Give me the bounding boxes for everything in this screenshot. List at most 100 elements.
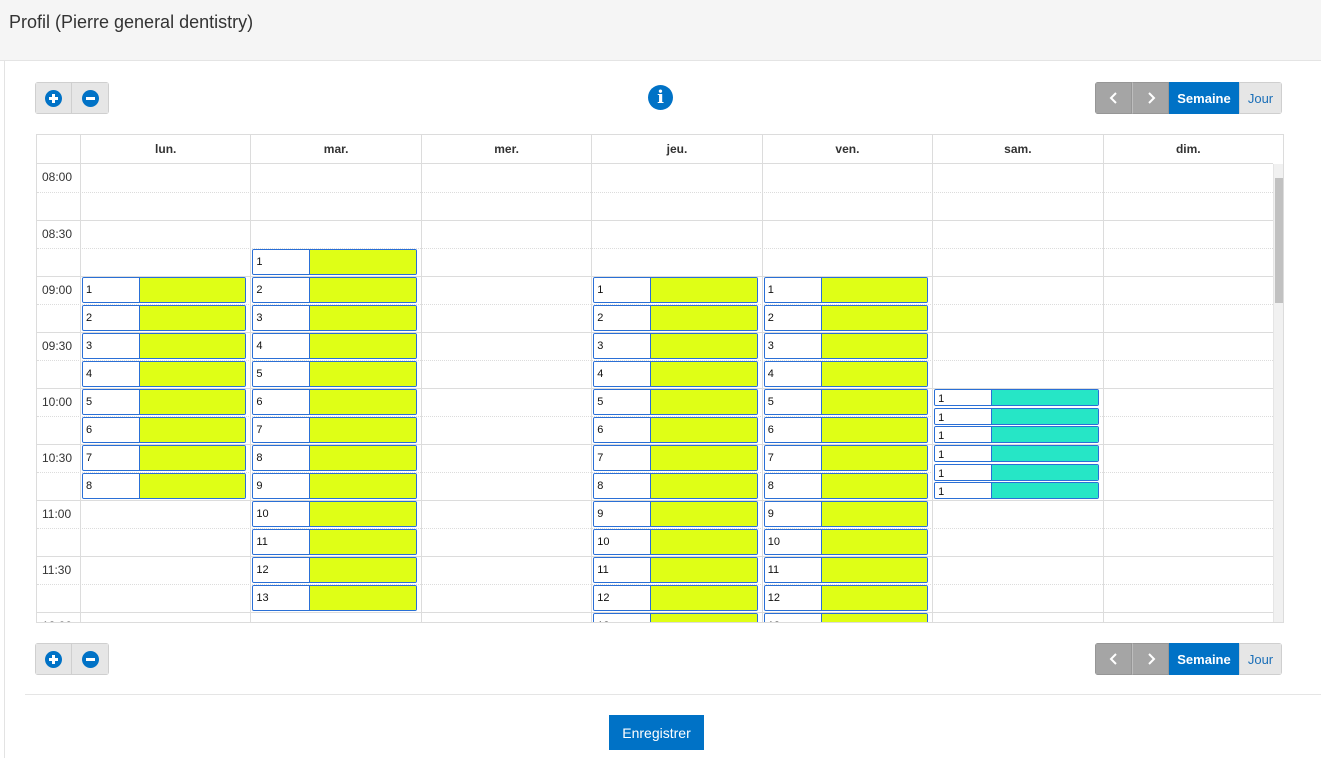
appointment-slot[interactable]: 1 — [934, 426, 1099, 444]
appointment-slot[interactable]: 3 — [593, 333, 758, 359]
time-slot[interactable]: 08:30 — [37, 220, 1273, 248]
appointment-fill — [651, 334, 757, 358]
appointment-slot[interactable]: 8 — [763, 473, 929, 499]
appointment-slot[interactable]: 12 — [593, 585, 758, 611]
next-button[interactable] — [1132, 82, 1169, 114]
appointment-slot[interactable]: 6 — [82, 417, 247, 443]
appointment-slot[interactable]: 8 — [252, 445, 417, 471]
appointment-slot[interactable]: 12 — [763, 585, 929, 611]
appointment-slot[interactable]: 5 — [82, 389, 247, 415]
calendar-scrollbar[interactable] — [1273, 164, 1283, 622]
appointment-slot[interactable]: 1 — [763, 277, 929, 303]
prev-button[interactable] — [1095, 643, 1132, 675]
time-slot[interactable]: 08:00 — [37, 164, 1273, 192]
appointment-slot[interactable]: 13 — [593, 613, 758, 622]
view-week-button[interactable]: Semaine — [1169, 82, 1239, 114]
appointment-slot[interactable]: 5 — [252, 361, 417, 387]
appointment-slot[interactable]: 7 — [82, 445, 247, 471]
appointment-slot[interactable]: 5 — [593, 389, 758, 415]
appointment-slot[interactable]: 10 — [763, 529, 929, 555]
zoom-out-button[interactable] — [72, 82, 109, 114]
chevron-right-icon — [1147, 92, 1155, 104]
info-circle-icon[interactable]: i — [648, 85, 673, 110]
appointment-slot[interactable]: 4 — [763, 361, 929, 387]
appointment-slot[interactable]: 1 — [934, 482, 1099, 500]
appointment-fill — [651, 446, 757, 470]
appointment-slot[interactable]: 8 — [82, 473, 247, 499]
save-button[interactable]: Enregistrer — [609, 715, 704, 750]
appointment-number: 1 — [935, 464, 993, 480]
appointment-slot[interactable]: 2 — [763, 305, 929, 331]
plus-circle-icon — [45, 650, 62, 668]
appointment-slot[interactable]: 1 — [934, 445, 1099, 462]
minus-circle-icon — [81, 89, 99, 107]
appointment-slot[interactable]: 11 — [252, 529, 417, 555]
appointment-fill — [140, 278, 246, 302]
appointment-slot[interactable]: 1 — [252, 249, 417, 275]
appointment-slot[interactable]: 13 — [763, 613, 929, 622]
appointment-slot[interactable]: 2 — [82, 305, 247, 331]
appointment-slot[interactable]: 3 — [763, 333, 929, 359]
appointment-number: 13 — [253, 586, 311, 610]
appointment-slot[interactable]: 4 — [593, 361, 758, 387]
appointment-fill — [310, 278, 416, 302]
appointment-fill — [821, 614, 928, 622]
scrollbar-thumb[interactable] — [1275, 178, 1283, 303]
appointment-slot[interactable]: 6 — [593, 417, 758, 443]
appointment-slot[interactable]: 1 — [593, 277, 758, 303]
appointment-fill — [310, 390, 416, 414]
appointment-fill — [821, 418, 928, 442]
appointment-slot[interactable]: 10 — [593, 529, 758, 555]
plus-circle-icon — [45, 89, 62, 107]
appointment-fill — [140, 362, 246, 386]
time-gutter-header — [37, 135, 80, 164]
appointment-slot[interactable]: 4 — [252, 333, 417, 359]
appointment-slot[interactable]: 6 — [252, 389, 417, 415]
zoom-in-button[interactable] — [35, 643, 72, 675]
appointment-fill — [310, 474, 416, 498]
view-day-button[interactable]: Jour — [1239, 643, 1282, 675]
next-button[interactable] — [1132, 643, 1169, 675]
appointment-slot[interactable]: 13 — [252, 585, 417, 611]
appointment-slot[interactable]: 7 — [252, 417, 417, 443]
appointment-slot[interactable]: 9 — [593, 501, 758, 527]
appointment-slot[interactable]: 5 — [763, 389, 929, 415]
day-column-divider — [932, 164, 934, 622]
appointment-number: 5 — [83, 390, 140, 414]
time-label: 08:00 — [42, 170, 73, 184]
appointment-slot[interactable]: 10 — [252, 501, 417, 527]
appointment-number: 11 — [253, 530, 311, 554]
appointment-slot[interactable]: 12 — [252, 557, 417, 583]
appointment-slot[interactable]: 3 — [82, 333, 247, 359]
chevron-left-icon — [1109, 92, 1117, 104]
appointment-slot[interactable]: 7 — [763, 445, 929, 471]
appointment-slot[interactable]: 1 — [934, 389, 1099, 406]
view-week-button[interactable]: Semaine — [1169, 643, 1239, 675]
appointment-number: 1 — [83, 278, 140, 302]
appointment-slot[interactable]: 4 — [82, 361, 247, 387]
zoom-out-button[interactable] — [72, 643, 109, 675]
appointment-slot[interactable]: 1 — [934, 407, 1099, 425]
appointment-number: 2 — [253, 278, 311, 302]
calendar-body[interactable]: 08:00 08:30 09:00 09:30 10:00 10:30 11:00 11:30… — [37, 164, 1273, 622]
appointment-slot[interactable]: 2 — [252, 277, 417, 303]
appointment-slot[interactable]: 3 — [252, 305, 417, 331]
appointment-slot[interactable]: 9 — [252, 473, 417, 499]
appointment-slot[interactable]: 1 — [82, 277, 247, 303]
time-slot[interactable] — [37, 192, 1273, 220]
time-slot[interactable] — [37, 248, 1273, 276]
appointment-slot[interactable]: 8 — [593, 473, 758, 499]
appointment-slot[interactable]: 9 — [763, 501, 929, 527]
prev-button[interactable] — [1095, 82, 1132, 114]
zoom-in-button[interactable] — [35, 82, 72, 114]
appointment-slot[interactable]: 2 — [593, 305, 758, 331]
appointment-slot[interactable]: 1 — [934, 463, 1099, 481]
day-header: dim. — [1102, 135, 1273, 164]
day-column-divider — [420, 164, 422, 622]
appointment-slot[interactable]: 11 — [593, 557, 758, 583]
appointment-slot[interactable]: 7 — [593, 445, 758, 471]
appointment-slot[interactable]: 11 — [763, 557, 929, 583]
appointment-fill — [992, 427, 1098, 443]
view-day-button[interactable]: Jour — [1239, 82, 1282, 114]
appointment-slot[interactable]: 6 — [763, 417, 929, 443]
